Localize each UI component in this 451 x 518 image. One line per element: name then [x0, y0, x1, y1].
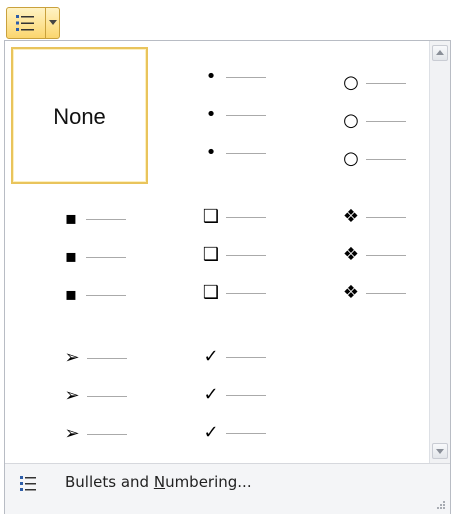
bullet-style-filled-square[interactable]: ▪ ▪ ▪ [11, 187, 148, 324]
hollow-square-icon: ❑ [202, 244, 220, 265]
hollow-circle-icon: ○ [343, 148, 359, 169]
bullet-library-dropdown: None • • • ○ ○ ○ ▪ ▪ ▪ ❑ ❑ ❑ ❖ ❖ ❖ ➢ ➢ ➢… [4, 40, 451, 514]
gallery-scrollbar[interactable] [429, 41, 450, 463]
bullet-list-icon [20, 476, 36, 491]
hollow-circle-icon: ○ [343, 110, 359, 131]
bullet-style-checkmark[interactable]: ✓ ✓ ✓ [151, 327, 288, 464]
bullets-and-numbering-menu-item[interactable]: Bullets and Numbering... [9, 468, 389, 498]
filled-dot-icon: • [205, 104, 217, 125]
bullet-style-hollow-square[interactable]: ❑ ❑ ❑ [151, 187, 288, 324]
hollow-circle-icon: ○ [343, 72, 359, 93]
bullets-button[interactable] [7, 8, 45, 38]
arrowhead-icon: ➢ [64, 385, 80, 406]
bullet-style-none[interactable]: None [11, 47, 148, 184]
bullet-style-filled-dot[interactable]: • • • [151, 47, 288, 184]
bullet-list-icon [16, 15, 34, 31]
bullet-gallery: None • • • ○ ○ ○ ▪ ▪ ▪ ❑ ❑ ❑ ❖ ❖ ❖ ➢ ➢ ➢… [5, 41, 429, 463]
dropdown-footer: Bullets and Numbering... [5, 463, 450, 514]
bullet-style-four-diamond[interactable]: ❖ ❖ ❖ [291, 187, 428, 324]
checkmark-icon: ✓ [203, 346, 219, 367]
resize-grip-icon[interactable] [436, 500, 446, 510]
bullet-style-hollow-circle[interactable]: ○ ○ ○ [291, 47, 428, 184]
scroll-down-button[interactable] [432, 443, 448, 459]
bullets-and-numbering-label: Bullets and Numbering... [65, 473, 252, 491]
scroll-up-button[interactable] [432, 45, 448, 61]
filled-square-icon: ▪ [64, 208, 78, 229]
arrow-down-icon [436, 449, 444, 454]
arrow-up-icon [436, 50, 444, 55]
four-diamond-icon: ❖ [342, 244, 360, 265]
checkmark-icon: ✓ [203, 384, 219, 405]
four-diamond-icon: ❖ [342, 282, 360, 303]
filled-dot-icon: • [205, 142, 217, 163]
bullet-style-arrowhead[interactable]: ➢ ➢ ➢ [11, 327, 148, 464]
arrowhead-icon: ➢ [64, 423, 80, 444]
bullets-split-button[interactable] [6, 7, 60, 39]
filled-square-icon: ▪ [64, 246, 78, 267]
filled-square-icon: ▪ [64, 284, 78, 305]
four-diamond-icon: ❖ [342, 206, 360, 227]
hollow-square-icon: ❑ [202, 282, 220, 303]
chevron-down-icon [49, 20, 57, 25]
arrowhead-icon: ➢ [64, 347, 80, 368]
bullets-dropdown-arrow[interactable] [45, 8, 60, 38]
hollow-square-icon: ❑ [202, 206, 220, 227]
filled-dot-icon: • [205, 66, 217, 87]
none-label: None [53, 104, 106, 129]
checkmark-icon: ✓ [203, 422, 219, 443]
